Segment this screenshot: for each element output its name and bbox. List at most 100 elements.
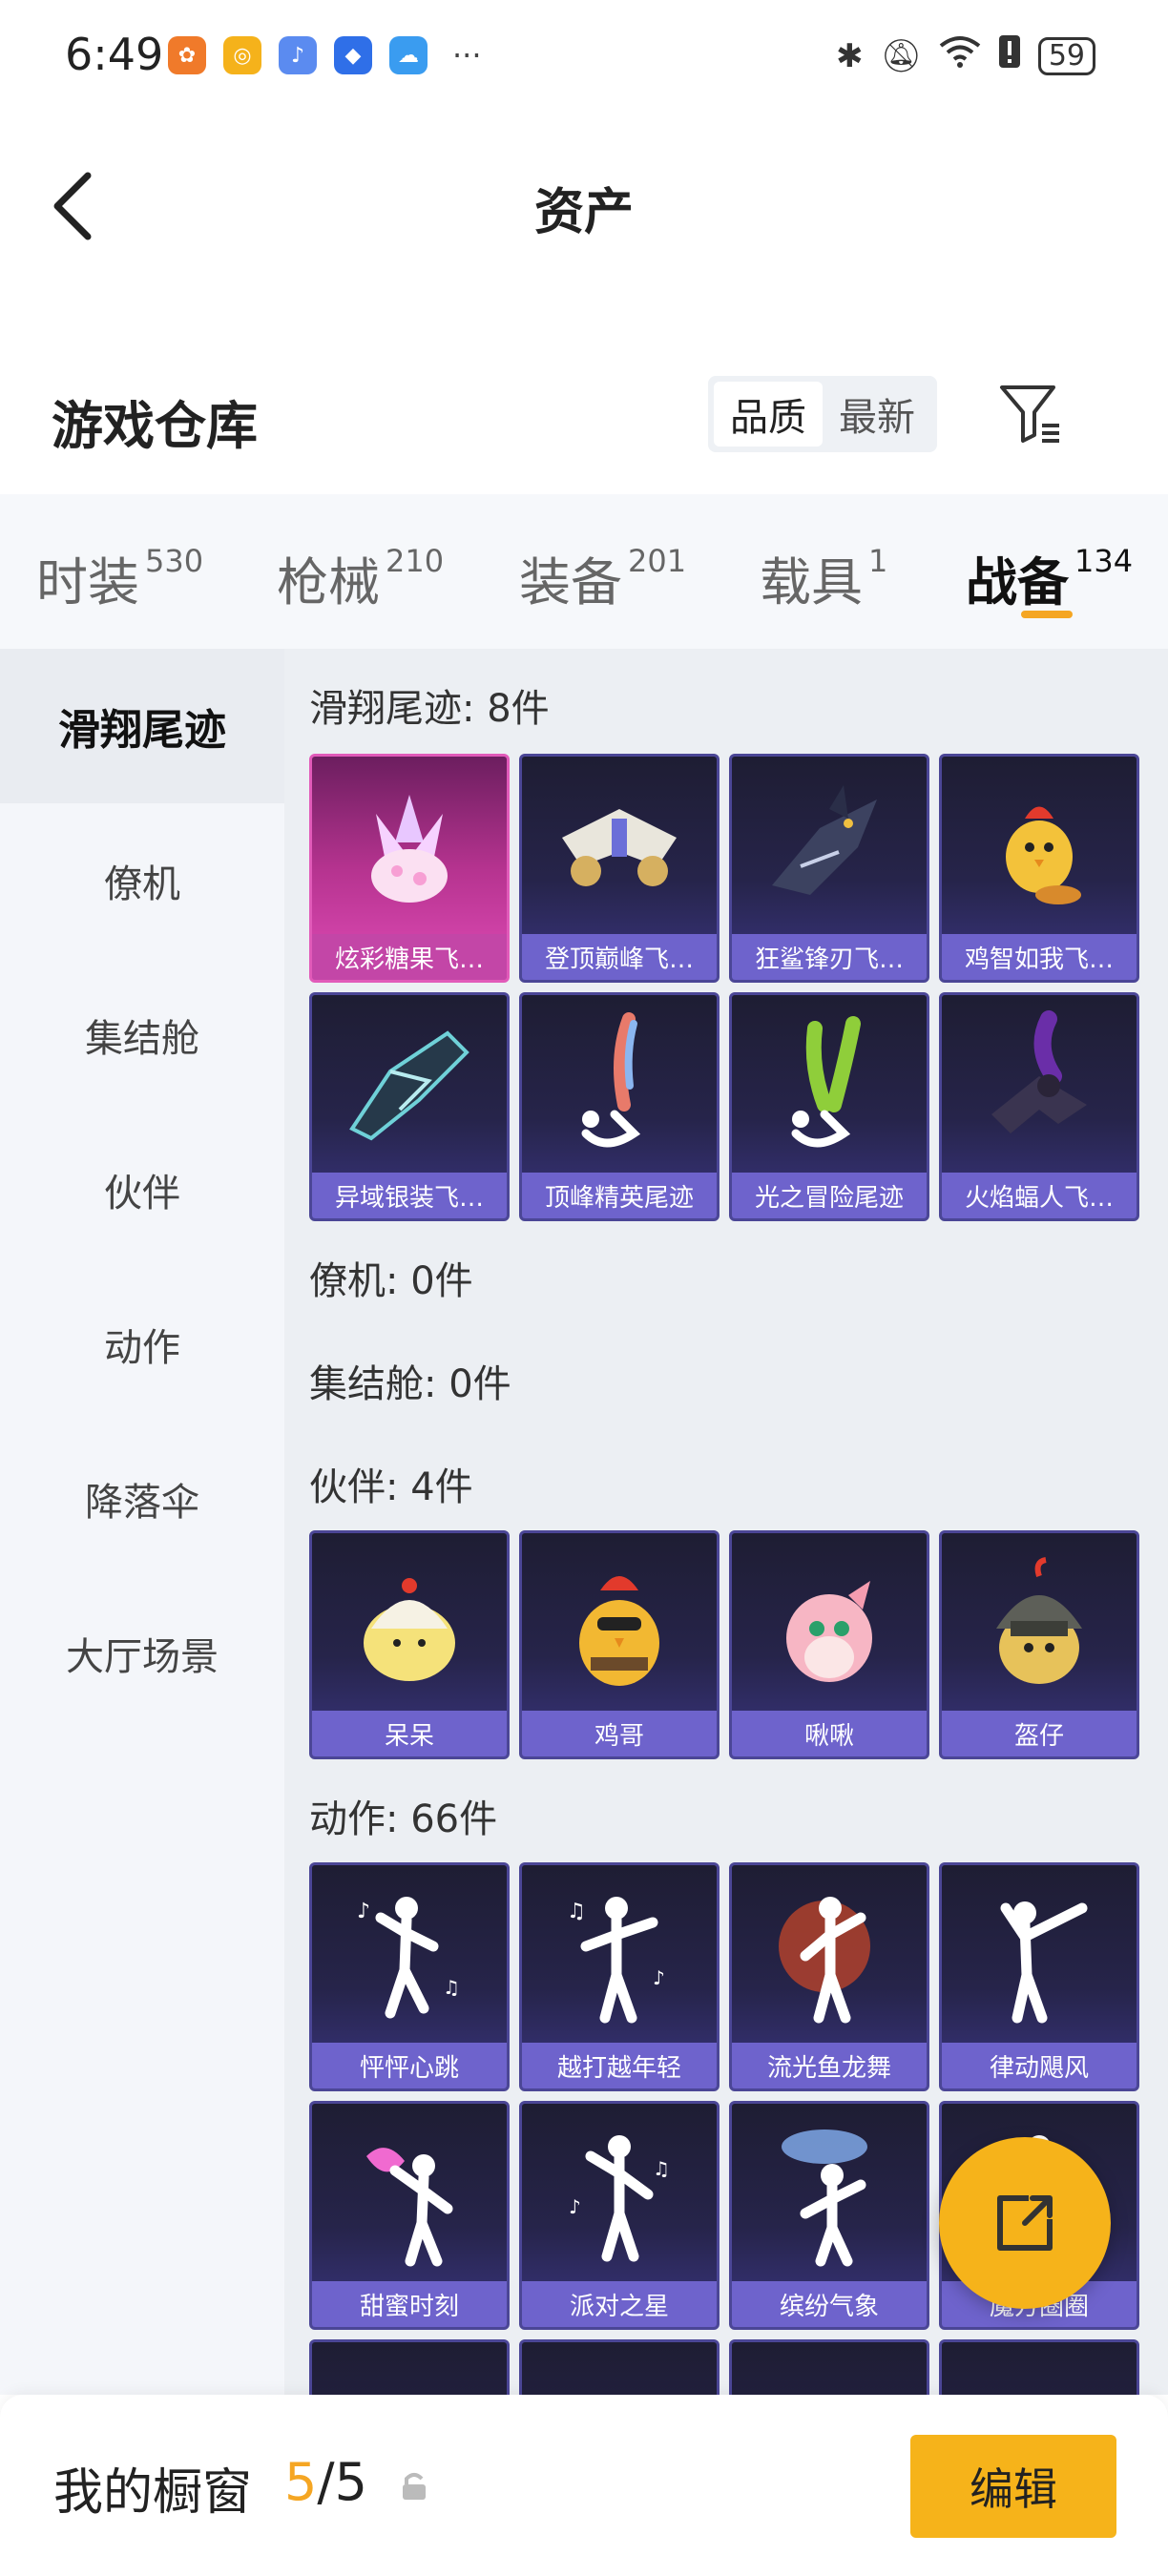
alert-icon (998, 34, 1021, 77)
item-name: 越打越年轻 (522, 2043, 717, 2088)
tab-fashion[interactable]: 时装 530 (36, 540, 203, 615)
sort-toggle: 品质 最新 (708, 376, 937, 452)
item-name: 炫彩糖果飞… (312, 934, 507, 980)
item-card[interactable]: 登顶巅峰飞… (519, 754, 720, 983)
svg-text:♫: ♫ (567, 1900, 586, 1923)
item-card[interactable]: 鸡智如我飞… (939, 754, 1139, 983)
showcase-title: 我的橱窗 (53, 2464, 253, 2522)
bluetooth-icon: ✱ (836, 36, 864, 75)
tab-guns[interactable]: 枪械 210 (277, 540, 444, 615)
jet-glider-icon (522, 757, 717, 938)
item-card[interactable]: 甜蜜时刻 (309, 2101, 510, 2330)
dance-icon: ♪ ♫ (312, 1865, 507, 2046)
status-bar: 6:49 ✿ ◎ ♪ ◆ ☁ ··· ✱ 🔕︎ 59 (0, 0, 1168, 114)
item-name: 异域银装飞… (312, 1173, 507, 1218)
item-card[interactable]: 光之冒险尾迹 (729, 992, 929, 1221)
item-card[interactable]: 啾啾 (729, 1530, 929, 1759)
item-card[interactable]: 律动飓风 (939, 1862, 1139, 2091)
tab-vehicles[interactable]: 载具 1 (760, 540, 887, 615)
item-card[interactable] (519, 2339, 720, 2395)
sort-quality-button[interactable]: 品质 (714, 382, 823, 447)
item-card[interactable]: 火焰蝠人飞… (939, 992, 1139, 1221)
item-grid-area[interactable]: 滑翔尾迹: 8件 炫彩糖果飞… 登顶巅峰飞… 狂鲨锋刃飞… 鸡智如我飞… 异域银… (284, 649, 1168, 2395)
app-icon-1: ✿ (168, 36, 206, 74)
item-card[interactable] (939, 2339, 1139, 2395)
dance-icon (942, 1865, 1137, 2046)
status-time: 6:49 (65, 29, 164, 80)
item-card[interactable]: 呆呆 (309, 1530, 510, 1759)
more-notifications-icon: ··· (452, 37, 482, 73)
dance-icon (732, 1865, 927, 2046)
sidebar-item-glider-trail[interactable]: 滑翔尾迹 (0, 649, 284, 803)
item-name: 狂鲨锋刃飞… (732, 934, 927, 980)
svg-text:♪: ♪ (357, 1900, 370, 1923)
sidebar-item-wingman[interactable]: 僚机 (0, 803, 284, 958)
wifi-icon (939, 34, 981, 77)
item-card[interactable] (729, 2339, 929, 2395)
filter-icon[interactable] (998, 380, 1065, 447)
item-card[interactable] (309, 2339, 510, 2395)
section-title: 游戏仓库 (52, 396, 258, 456)
tab-combat-gear[interactable]: 战备 134 (966, 540, 1133, 615)
item-name: 甜蜜时刻 (312, 2281, 507, 2327)
item-name: 光之冒险尾迹 (732, 1173, 927, 1218)
notification-icons: ✿ ◎ ♪ ◆ ☁ ··· (168, 36, 482, 74)
tab-equipment[interactable]: 装备 201 (519, 540, 686, 615)
item-card[interactable]: 狂鲨锋刃飞… (729, 754, 929, 983)
dance-icon: ♪ ♫ (522, 2104, 717, 2285)
sidebar-item-emote[interactable]: 动作 (0, 1267, 284, 1422)
system-icons: ✱ 🔕︎ 59 (836, 34, 1095, 77)
item-name: 登顶巅峰飞… (522, 934, 717, 980)
item-card[interactable]: 顶峰精英尾迹 (519, 992, 720, 1221)
elite-trail-icon (522, 995, 717, 1176)
page-title: 资产 (533, 184, 634, 241)
share-fab-button[interactable] (939, 2137, 1111, 2309)
light-trail-icon (732, 995, 927, 1176)
svg-text:♫: ♫ (443, 1976, 460, 1999)
item-card[interactable]: ♪ ♫ 怦怦心跳 (309, 1862, 510, 2091)
item-card[interactable]: 异域银装飞… (309, 992, 510, 1221)
battery-indicator: 59 (1037, 36, 1095, 75)
sidebar-item-assembly-pod[interactable]: 集结舱 (0, 958, 284, 1112)
chicken-glider-icon (942, 757, 1137, 938)
sort-newest-button[interactable]: 最新 (823, 382, 931, 447)
rooster-icon (522, 1533, 717, 1714)
group-label-wingman: 僚机: 0件 (309, 1259, 473, 1303)
active-tab-indicator (1021, 611, 1073, 618)
item-name: 怦怦心跳 (312, 2043, 507, 2088)
edit-button[interactable]: 编辑 (910, 2435, 1116, 2538)
item-card[interactable]: ♫ ♪ 越打越年轻 (519, 1862, 720, 2091)
dance-icon: ♫ ♪ (522, 1865, 717, 2046)
chick-icon (312, 1533, 507, 1714)
showcase-bar: 我的橱窗 5/5 编辑 (0, 2395, 1168, 2576)
item-card[interactable]: ♪ ♫ 派对之星 (519, 2101, 720, 2330)
sidebar: 滑翔尾迹 僚机 集结舱 伙伴 动作 降落伞 大厅场景 (0, 649, 284, 2395)
app-icon-3: ♪ (279, 36, 317, 74)
category-tabs: 时装 530 枪械 210 装备 201 载具 1 战备 134 (0, 494, 1168, 649)
svg-text:♪: ♪ (653, 1966, 665, 1989)
external-link-icon (997, 2195, 1053, 2251)
app-header: 资产 (0, 143, 1168, 267)
helmet-chick-icon (942, 1533, 1137, 1714)
group-label-glider-trail: 滑翔尾迹: 8件 (309, 687, 550, 731)
shark-glider-icon (732, 757, 927, 938)
item-name: 呆呆 (312, 1711, 507, 1756)
group-label-assembly-pod: 集结舱: 0件 (309, 1362, 511, 1406)
item-card[interactable]: 鸡哥 (519, 1530, 720, 1759)
item-card[interactable]: 流光鱼龙舞 (729, 1862, 929, 2091)
sidebar-item-parachute[interactable]: 降落伞 (0, 1422, 284, 1576)
item-card[interactable]: 缤纷气象 (729, 2101, 929, 2330)
batman-glider-icon (942, 995, 1137, 1176)
item-name: 顶峰精英尾迹 (522, 1173, 717, 1218)
sidebar-item-lobby-scene[interactable]: 大厅场景 (0, 1576, 284, 1731)
item-name: 啾啾 (732, 1711, 927, 1756)
item-name: 律动飓风 (942, 2043, 1137, 2088)
app-icon-4: ◆ (334, 36, 372, 74)
item-card[interactable]: 盔仔 (939, 1530, 1139, 1759)
item-name: 盔仔 (942, 1711, 1137, 1756)
item-card[interactable]: 炫彩糖果飞… (309, 754, 510, 983)
showcase-current: 5 (284, 2452, 318, 2512)
svg-text:♪: ♪ (569, 2195, 581, 2218)
svg-text:♫: ♫ (653, 2157, 670, 2180)
sidebar-item-companion[interactable]: 伙伴 (0, 1112, 284, 1267)
